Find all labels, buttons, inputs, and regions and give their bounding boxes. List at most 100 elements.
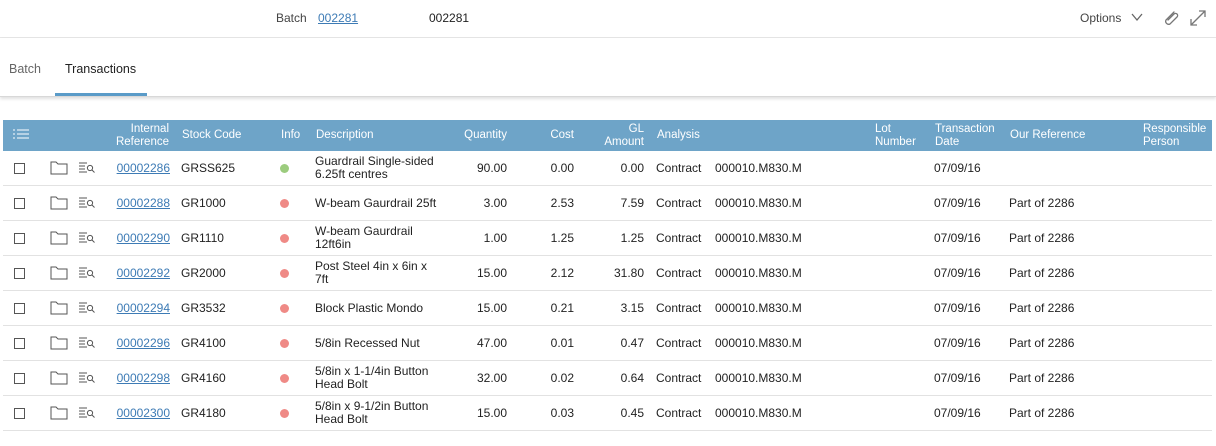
- stock-code: GRSS625: [181, 160, 236, 175]
- folder-icon[interactable]: [50, 160, 68, 175]
- status-dot: [280, 164, 289, 173]
- lot-number: [875, 396, 925, 430]
- row-checkbox[interactable]: [14, 373, 25, 384]
- col-quantity[interactable]: Quantity: [443, 120, 507, 151]
- table-row[interactable]: 00002296 GR4100 5/8in Recessed Nut 47.00 0.0…: [3, 326, 1212, 361]
- table-row[interactable]: 00002298 GR4160 5/8in x 1-1/4in Button Hea…: [3, 361, 1212, 396]
- col-info[interactable]: Info: [281, 120, 311, 151]
- folder-icon[interactable]: [50, 370, 68, 385]
- chevron-down-icon[interactable]: [1130, 11, 1144, 23]
- col-gl-amount[interactable]: GL Amount: [593, 120, 644, 151]
- status-dot: [280, 374, 289, 383]
- internal-reference-link[interactable]: 00002296: [117, 336, 170, 350]
- col-responsible-person[interactable]: Responsible Person: [1143, 120, 1211, 151]
- detail-search-icon[interactable]: [78, 336, 95, 350]
- col-lot-number[interactable]: Lot Number: [875, 120, 925, 151]
- description: Post Steel 4in x 6in x 7ft: [315, 259, 428, 286]
- description: W-beam Gaurdrail 12ft6in: [315, 224, 413, 251]
- gl-amount: 0.45: [620, 405, 644, 420]
- transactions-grid: Internal Reference Stock Code Info Descr…: [3, 120, 1212, 431]
- detail-search-icon[interactable]: [78, 231, 95, 245]
- column-list-icon[interactable]: [12, 128, 30, 142]
- our-reference: Part of 2286: [1009, 230, 1075, 245]
- gl-amount: 0.00: [620, 160, 644, 175]
- responsible-person: [1143, 186, 1211, 220]
- expand-icon[interactable]: [1187, 7, 1209, 29]
- top-bar: Batch 002281 002281 Options: [0, 0, 1216, 38]
- responsible-person: [1143, 221, 1211, 255]
- status-dot: [280, 304, 289, 313]
- col-analysis[interactable]: Analysis: [657, 120, 757, 151]
- gl-amount: 3.15: [620, 300, 644, 315]
- detail-search-icon[interactable]: [78, 301, 95, 315]
- stock-code: GR4180: [181, 405, 226, 420]
- table-row[interactable]: 00002300 GR4180 5/8in x 9-1/2in Button Hea…: [3, 396, 1212, 431]
- analysis: Contract: [656, 265, 702, 280]
- row-checkbox[interactable]: [14, 408, 25, 419]
- cost: 1.25: [550, 230, 574, 245]
- col-internal-reference[interactable]: Internal Reference: [111, 120, 169, 151]
- internal-reference-link[interactable]: 00002290: [117, 231, 170, 245]
- analysis: Contract: [656, 300, 702, 315]
- gl-amount: 7.59: [620, 195, 644, 210]
- col-transaction-date[interactable]: Transaction Date: [935, 120, 1003, 151]
- status-dot: [280, 234, 289, 243]
- batch-link[interactable]: 002281: [318, 11, 358, 25]
- our-reference: Part of 2286: [1009, 195, 1075, 210]
- gl-amount: 0.47: [620, 335, 644, 350]
- table-row[interactable]: 00002286 GRSS625 Guardrail Single-sided 6.…: [3, 151, 1212, 186]
- folder-icon[interactable]: [50, 300, 68, 315]
- internal-reference-link[interactable]: 00002292: [117, 266, 170, 280]
- options-menu-button[interactable]: Options: [1080, 11, 1121, 25]
- row-checkbox[interactable]: [14, 268, 25, 279]
- table-row[interactable]: 00002290 GR1110 W-beam Gaurdrail 12ft6in 1.…: [3, 221, 1212, 256]
- row-checkbox[interactable]: [14, 303, 25, 314]
- detail-search-icon[interactable]: [78, 406, 95, 420]
- stock-code: GR4160: [181, 370, 226, 385]
- internal-reference-link[interactable]: 00002288: [117, 196, 170, 210]
- detail-search-icon[interactable]: [78, 266, 95, 280]
- detail-search-icon[interactable]: [78, 371, 95, 385]
- tab-transactions[interactable]: Transactions: [65, 62, 136, 76]
- folder-icon[interactable]: [50, 405, 68, 420]
- status-dot: [280, 339, 289, 348]
- internal-reference-link[interactable]: 00002300: [117, 406, 170, 420]
- our-reference: Part of 2286: [1009, 265, 1075, 280]
- internal-reference-link[interactable]: 00002298: [117, 371, 170, 385]
- transaction-date: 07/09/16: [934, 265, 981, 280]
- batch-label: Batch: [276, 11, 307, 25]
- grid-body: 00002286 GRSS625 Guardrail Single-sided 6.…: [3, 151, 1212, 431]
- stock-code: GR1000: [181, 195, 226, 210]
- table-row[interactable]: 00002294 GR3532 Block Plastic Mondo 15.00 0.…: [3, 291, 1212, 326]
- status-dot: [280, 269, 289, 278]
- col-cost[interactable]: Cost: [523, 120, 574, 151]
- row-checkbox[interactable]: [14, 163, 25, 174]
- col-our-reference[interactable]: Our Reference: [1010, 120, 1120, 151]
- quantity: 15.00: [476, 405, 507, 420]
- internal-reference-link[interactable]: 00002286: [117, 161, 170, 175]
- tab-batch[interactable]: Batch: [9, 62, 41, 76]
- table-row[interactable]: 00002292 GR2000 Post Steel 4in x 6in x 7ft…: [3, 256, 1212, 291]
- active-tab-indicator: [55, 93, 147, 96]
- folder-icon[interactable]: [50, 335, 68, 350]
- quantity: 1.00: [483, 230, 507, 245]
- row-checkbox[interactable]: [14, 233, 25, 244]
- detail-search-icon[interactable]: [78, 161, 95, 175]
- table-row[interactable]: 00002288 GR1000 W-beam Gaurdrail 25ft 3.00 2…: [3, 186, 1212, 221]
- stock-code: GR4100: [181, 335, 226, 350]
- detail-search-icon[interactable]: [78, 196, 95, 210]
- transaction-date: 07/09/16: [934, 405, 981, 420]
- col-description[interactable]: Description: [316, 120, 436, 151]
- paperclip-icon[interactable]: [1161, 8, 1181, 28]
- description: W-beam Gaurdrail 25ft: [315, 195, 437, 210]
- row-checkbox[interactable]: [14, 198, 25, 209]
- folder-icon[interactable]: [50, 230, 68, 245]
- folder-icon[interactable]: [50, 265, 68, 280]
- col-stock-code[interactable]: Stock Code: [182, 120, 262, 151]
- row-checkbox[interactable]: [14, 338, 25, 349]
- folder-icon[interactable]: [50, 195, 68, 210]
- description: Block Plastic Mondo: [315, 300, 424, 315]
- description: Guardrail Single-sided 6.25ft centres: [315, 154, 434, 181]
- internal-reference-link[interactable]: 00002294: [117, 301, 170, 315]
- lot-number: [875, 186, 925, 220]
